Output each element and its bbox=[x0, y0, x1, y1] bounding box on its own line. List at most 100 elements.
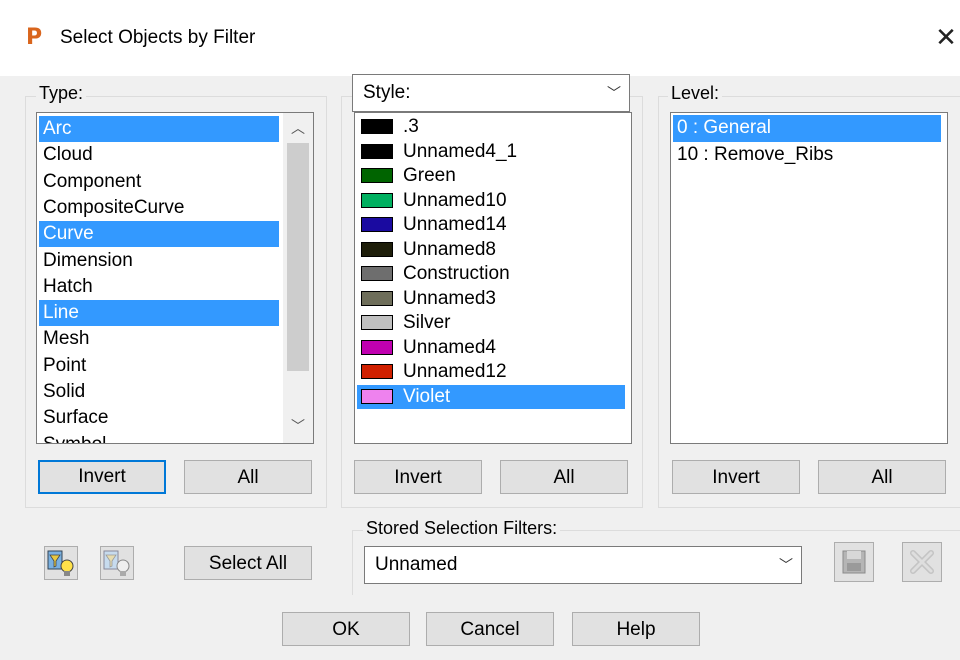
stored-filters-value: Unnamed bbox=[375, 554, 458, 575]
list-item[interactable]: 0 : General bbox=[673, 115, 941, 142]
app-icon: P bbox=[26, 25, 43, 50]
list-item-label: Cloud bbox=[43, 144, 93, 166]
delete-filter-button[interactable] bbox=[902, 542, 942, 582]
list-item[interactable]: Cloud bbox=[39, 142, 279, 168]
list-item[interactable]: Construction bbox=[357, 262, 625, 287]
type-scrollbar[interactable]: ︿ ﹀ bbox=[282, 113, 313, 443]
list-item[interactable]: Dimension bbox=[39, 248, 279, 274]
list-item-label: CompositeCurve bbox=[43, 196, 185, 218]
list-item-label: Violet bbox=[403, 385, 451, 407]
color-swatch bbox=[361, 388, 393, 404]
type-all-button[interactable]: All bbox=[184, 460, 312, 494]
style-invert-button[interactable]: Invert bbox=[354, 460, 482, 494]
list-item[interactable]: 10 : Remove_Ribs bbox=[673, 142, 941, 169]
list-item-label: Unnamed8 bbox=[403, 238, 496, 260]
color-swatch bbox=[361, 364, 393, 380]
style-label: Style: bbox=[363, 82, 411, 103]
list-item[interactable]: Solid bbox=[39, 379, 279, 405]
list-item-label: Unnamed10 bbox=[403, 189, 507, 211]
window-title: Select Objects by Filter bbox=[60, 27, 256, 48]
list-item-label: Construction bbox=[403, 263, 510, 284]
save-filter-button[interactable] bbox=[834, 542, 874, 582]
list-item[interactable]: Unnamed4_1 bbox=[357, 140, 625, 165]
list-item-label: Point bbox=[43, 354, 87, 376]
list-item-label: Arc bbox=[43, 118, 72, 139]
level-invert-button[interactable]: Invert bbox=[672, 460, 800, 494]
level-label: Level: bbox=[668, 83, 723, 104]
list-item[interactable]: Unnamed4 bbox=[357, 336, 625, 361]
list-item-label: Unnamed3 bbox=[403, 287, 496, 309]
list-item-label: .3 bbox=[403, 116, 419, 137]
style-dropdown[interactable]: Style: ﹀ bbox=[352, 74, 630, 112]
color-swatch bbox=[361, 217, 393, 233]
list-item-label: 0 : General bbox=[677, 117, 771, 138]
ok-button[interactable]: OK bbox=[282, 612, 410, 646]
list-item-label: Surface bbox=[43, 407, 109, 429]
list-item-label: Unnamed4_1 bbox=[403, 140, 518, 162]
list-item-label: Curve bbox=[43, 223, 94, 245]
level-all-button[interactable]: All bbox=[818, 460, 946, 494]
type-listbox[interactable]: Arc Cloud Component CompositeCurve Curve Dime… bbox=[36, 112, 314, 444]
list-item-label: Component bbox=[43, 170, 142, 192]
cancel-button[interactable]: Cancel bbox=[426, 612, 554, 646]
list-item[interactable]: Arc bbox=[39, 116, 279, 143]
scroll-thumb[interactable] bbox=[287, 143, 309, 371]
list-item[interactable]: Hatch bbox=[39, 274, 279, 300]
select-filter-icon-button[interactable] bbox=[44, 546, 78, 580]
close-icon[interactable]: ✕ bbox=[932, 22, 960, 52]
color-swatch bbox=[361, 168, 393, 184]
color-swatch bbox=[361, 241, 393, 257]
scroll-up-icon[interactable]: ︿ bbox=[283, 115, 313, 141]
list-item-label: Solid bbox=[43, 381, 86, 402]
list-item-label: Green bbox=[403, 165, 456, 186]
filter-disabled-icon-button[interactable] bbox=[100, 546, 134, 580]
save-icon bbox=[842, 550, 866, 574]
list-item[interactable]: Component bbox=[39, 169, 279, 195]
list-item[interactable]: Unnamed10 bbox=[357, 189, 625, 214]
style-listbox[interactable]: .3 Unnamed4_1 Green Unnamed10 Unnamed14 Unnam… bbox=[354, 112, 632, 444]
color-swatch bbox=[361, 192, 393, 208]
list-item[interactable]: Silver bbox=[357, 311, 625, 336]
filter-bulb-off-icon bbox=[103, 550, 130, 576]
list-item[interactable]: Surface bbox=[39, 405, 279, 431]
list-item-label: Unnamed12 bbox=[403, 361, 507, 382]
title-bar: P Select Objects by Filter ✕ bbox=[0, 0, 960, 76]
list-item[interactable]: Unnamed3 bbox=[357, 287, 625, 312]
list-item[interactable]: Line bbox=[39, 300, 279, 327]
list-item-label: Unnamed4 bbox=[403, 336, 496, 358]
color-swatch bbox=[361, 339, 393, 355]
list-item-label: 10 : Remove_Ribs bbox=[677, 143, 834, 165]
type-label: Type: bbox=[36, 83, 87, 104]
list-item[interactable]: Violet bbox=[357, 384, 625, 409]
list-item[interactable]: Symbol bbox=[39, 432, 279, 443]
help-button[interactable]: Help bbox=[572, 612, 700, 646]
chevron-down-icon: ﹀ bbox=[607, 85, 621, 101]
level-listbox[interactable]: 0 : General 10 : Remove_Ribs bbox=[670, 112, 948, 444]
chevron-down-icon: ﹀ bbox=[779, 557, 793, 573]
select-objects-dialog: P Select Objects by Filter ✕ Type: Arc Cl… bbox=[0, 0, 960, 660]
list-item[interactable]: Point bbox=[39, 353, 279, 379]
scroll-down-icon[interactable]: ﹀ bbox=[283, 413, 313, 439]
list-item[interactable]: .3 bbox=[357, 115, 625, 140]
select-all-button[interactable]: Select All bbox=[184, 546, 312, 580]
delete-icon bbox=[910, 550, 934, 574]
list-item[interactable]: Unnamed14 bbox=[357, 213, 625, 238]
list-item[interactable]: Curve bbox=[39, 221, 279, 248]
list-item-label: Mesh bbox=[43, 328, 90, 350]
stored-filters-label: Stored Selection Filters: bbox=[363, 518, 561, 539]
list-item[interactable]: Unnamed8 bbox=[357, 238, 625, 263]
color-swatch bbox=[361, 315, 393, 331]
list-item-label: Symbol bbox=[43, 434, 106, 443]
list-item[interactable]: Green bbox=[357, 164, 625, 189]
filter-bulb-icon bbox=[47, 550, 74, 576]
list-item[interactable]: Unnamed12 bbox=[357, 360, 625, 385]
stored-filters-dropdown[interactable]: Unnamed ﹀ bbox=[364, 546, 802, 584]
list-item-label: Unnamed14 bbox=[403, 214, 507, 235]
type-invert-button[interactable]: Invert bbox=[38, 460, 166, 494]
list-item[interactable]: CompositeCurve bbox=[39, 195, 279, 221]
style-all-button[interactable]: All bbox=[500, 460, 628, 494]
color-swatch bbox=[361, 290, 393, 306]
list-item-label: Line bbox=[43, 302, 79, 324]
color-swatch bbox=[361, 143, 393, 159]
list-item[interactable]: Mesh bbox=[39, 326, 279, 352]
